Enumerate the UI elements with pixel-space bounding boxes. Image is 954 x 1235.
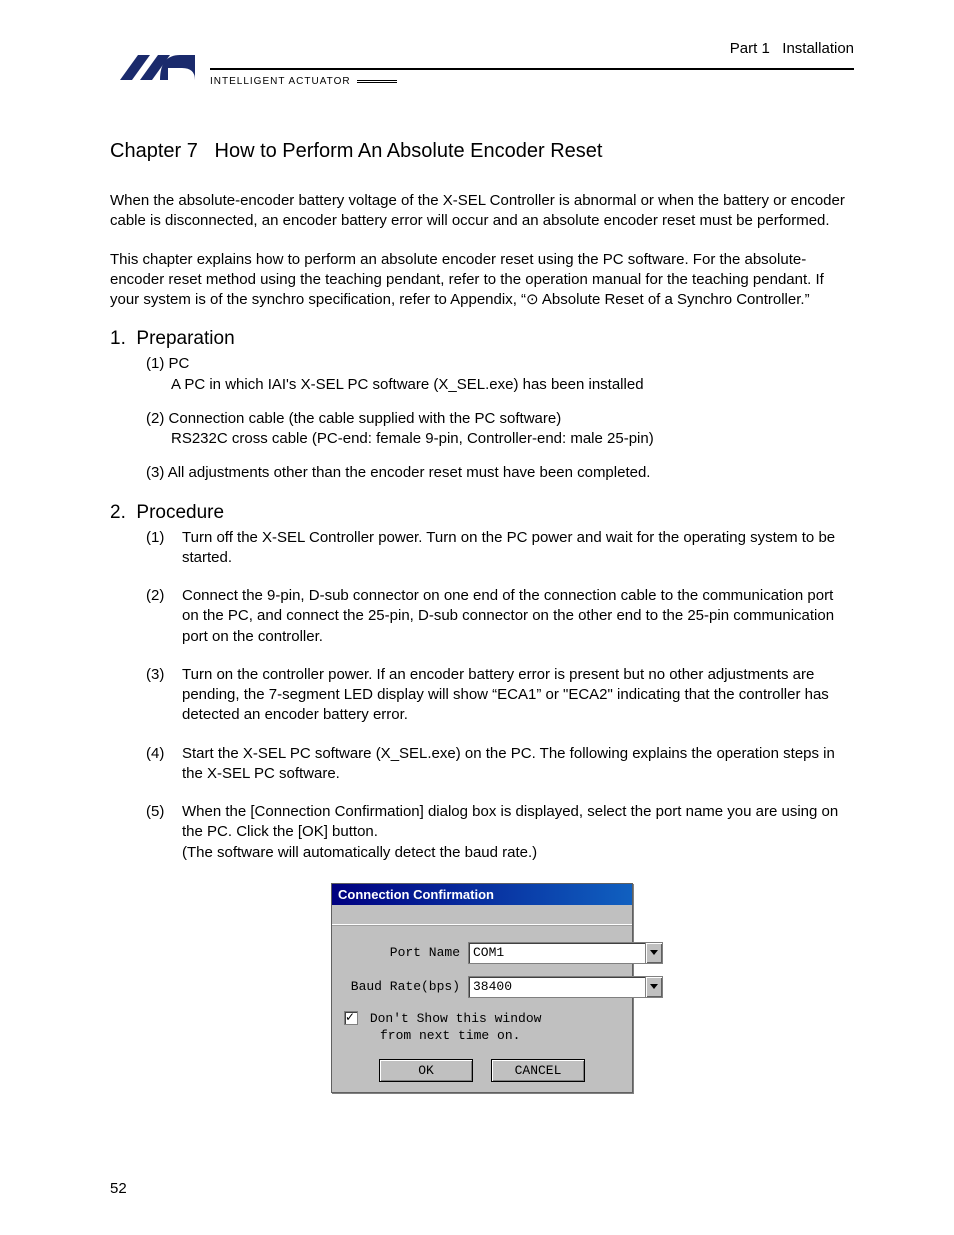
brand-subhead: INTELLIGENT ACTUATOR	[210, 76, 397, 87]
prep-item-3: (3) All adjustments other than the encod…	[146, 463, 854, 483]
dialog-title: Connection Confirmation	[332, 884, 632, 905]
ok-button[interactable]: OK	[379, 1059, 473, 1082]
proc-item-4: (4) Start the X-SEL PC software (X_SEL.e…	[146, 744, 854, 785]
prep-item-1: (1) PC A PC in which IAI's X-SEL PC soft…	[146, 354, 854, 395]
chapter-title: Chapter 7 How to Perform An Absolute Enc…	[110, 140, 854, 163]
intro-paragraph-1: When the absolute-encoder battery voltag…	[110, 191, 854, 232]
brand-logo-icon	[110, 50, 200, 95]
dont-show-checkbox-row[interactable]: Don't Show this window from next time on…	[344, 1010, 624, 1045]
proc-item-5: (5) When the [Connection Confirmation] d…	[146, 802, 854, 863]
connection-confirmation-dialog: Connection Confirmation Port Name Baud R…	[331, 883, 633, 1093]
baud-rate-label: Baud Rate(bps)	[340, 979, 468, 994]
dialog-toolbar-area	[332, 905, 632, 926]
baud-rate-combo[interactable]	[468, 976, 663, 998]
dont-show-checkbox[interactable]	[344, 1011, 358, 1025]
chevron-down-icon	[650, 984, 658, 990]
page-header: Part 1 Installation INTELLIGENT ACTUATOR	[110, 40, 854, 90]
section-preparation-title: 1. Preparation	[110, 328, 854, 350]
baud-rate-dropdown-button[interactable]	[645, 977, 662, 997]
dont-show-label-line2: from next time on.	[380, 1027, 624, 1045]
part-label: Part 1 Installation	[730, 40, 854, 57]
proc-item-1: (1) Turn off the X-SEL Controller power.…	[146, 528, 854, 569]
dont-show-label-line1: Don't Show this window	[370, 1011, 542, 1026]
intro-paragraph-2: This chapter explains how to perform an …	[110, 250, 854, 311]
chevron-down-icon	[650, 950, 658, 956]
port-name-combo[interactable]	[468, 942, 663, 964]
section-procedure-title: 2. Procedure	[110, 502, 854, 524]
port-name-label: Port Name	[340, 945, 468, 960]
header-rule	[210, 68, 854, 70]
proc-item-2: (2) Connect the 9-pin, D-sub connector o…	[146, 586, 854, 647]
page-number: 52	[110, 1180, 127, 1197]
prep-item-2: (2) Connection cable (the cable supplied…	[146, 409, 854, 450]
port-name-input[interactable]	[469, 943, 645, 963]
proc-item-3: (3) Turn on the controller power. If an …	[146, 665, 854, 726]
baud-rate-input[interactable]	[469, 977, 645, 997]
cancel-button[interactable]: CANCEL	[491, 1059, 585, 1082]
port-name-dropdown-button[interactable]	[645, 943, 662, 963]
